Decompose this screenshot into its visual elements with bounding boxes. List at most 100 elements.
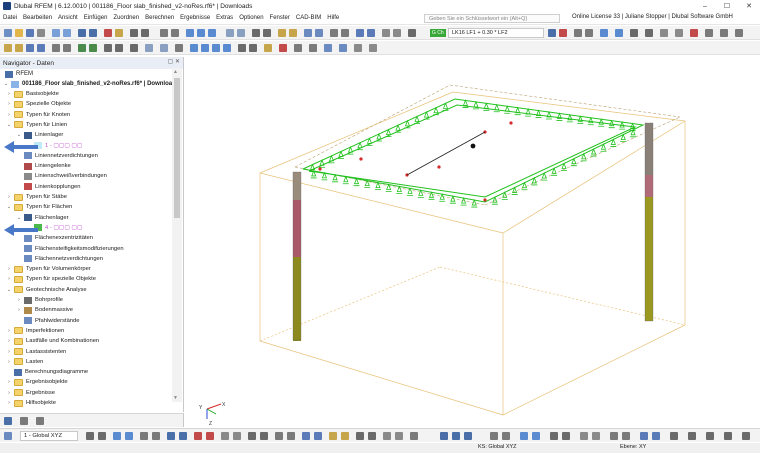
draw-polyline-icon[interactable] (140, 432, 148, 440)
draw-load-icon[interactable] (314, 432, 322, 440)
scrollbar-thumb[interactable] (174, 78, 180, 218)
values-icon[interactable] (615, 29, 623, 37)
menu-berechnen[interactable]: Berechnen (142, 15, 177, 21)
views-tab-icon[interactable] (36, 417, 44, 425)
view-x-icon[interactable] (201, 44, 209, 52)
model-graphic[interactable]: X Y Z (185, 57, 760, 427)
ortho-toggle-icon[interactable] (464, 432, 472, 440)
draw-eccentric-icon[interactable] (341, 432, 349, 440)
connect-icon[interactable] (160, 44, 168, 52)
legend-icon[interactable] (630, 29, 638, 37)
draw-soil-icon[interactable] (410, 432, 418, 440)
view-top-icon[interactable] (652, 432, 660, 440)
wireframe-icon[interactable] (208, 29, 216, 37)
snap-toggle-icon[interactable] (440, 432, 448, 440)
chevron-down-icon[interactable]: ⌄ (16, 132, 22, 138)
surface-icon[interactable] (52, 44, 60, 52)
menu-einfuegen[interactable]: Einfügen (81, 15, 111, 21)
coordinate-icon[interactable] (294, 44, 302, 52)
support-icon[interactable] (78, 44, 86, 52)
draw-node-icon[interactable] (167, 432, 175, 440)
chevron-down-icon[interactable]: ⌄ (16, 215, 22, 221)
load-case-select[interactable]: LK16 LF1 + 0.30 * LF2 (448, 28, 544, 38)
draw-pile-icon[interactable] (395, 432, 403, 440)
filter-icon[interactable] (252, 29, 260, 37)
menu-extras[interactable]: Extras (213, 15, 236, 21)
menu-bearbeiten[interactable]: Bearbeiten (20, 15, 55, 21)
calc-icon[interactable] (226, 29, 234, 37)
member-icon[interactable] (37, 44, 45, 52)
tree-item[interactable]: Pfahlwiderstände (16, 316, 79, 326)
chevron-right-icon[interactable]: › (6, 101, 12, 107)
zoom-all-icon[interactable] (580, 432, 588, 440)
rfem-icon[interactable] (324, 44, 332, 52)
chevron-right-icon[interactable]: › (6, 338, 12, 344)
model-icon[interactable] (52, 29, 60, 37)
mirror-icon[interactable] (130, 44, 138, 52)
display-tab-icon[interactable] (20, 417, 28, 425)
close-button[interactable]: ✕ (738, 0, 760, 12)
tree-item[interactable]: › Lastfälle und Kombinationen (6, 336, 99, 346)
menu-ansicht[interactable]: Ansicht (55, 15, 81, 21)
show-icon[interactable] (238, 44, 246, 52)
glue-toggle-icon[interactable] (532, 432, 540, 440)
redo-icon[interactable] (89, 29, 97, 37)
menu-cad-bim[interactable]: CAD-BIM (293, 15, 324, 21)
rotate-icon[interactable] (115, 44, 123, 52)
draw-opening-icon[interactable] (233, 432, 241, 440)
view-y-icon[interactable] (212, 44, 220, 52)
grid-toggle-icon[interactable] (452, 432, 460, 440)
tree-item[interactable]: ⌄ Linienlager (16, 130, 63, 140)
tree-item[interactable]: › Typen für Knoten (6, 110, 70, 120)
tree-item[interactable]: › Ergebnisse (6, 388, 55, 398)
divide-icon[interactable] (145, 44, 153, 52)
tree-item[interactable]: ⌄ Geotechnische Analyse (6, 285, 87, 295)
tree-item[interactable]: Liniengelenke (16, 161, 71, 171)
tree-item[interactable]: › Bodenmassive (16, 305, 73, 315)
fullscreen-icon[interactable] (742, 432, 750, 440)
osnap-toggle-icon[interactable] (490, 432, 498, 440)
chevron-right-icon[interactable]: › (6, 359, 12, 365)
snap-grid-icon[interactable] (86, 432, 94, 440)
chevron-down-icon[interactable]: ⌄ (6, 122, 12, 128)
model-viewport[interactable]: X Y Z (185, 57, 760, 427)
undo-icon[interactable] (78, 29, 86, 37)
tree-item[interactable]: › Lasten (6, 357, 43, 367)
save-icon[interactable] (26, 29, 34, 37)
tree-item[interactable]: › Basisobjekte (6, 89, 59, 99)
zoom-icon[interactable] (171, 29, 179, 37)
copy-icon[interactable] (130, 29, 138, 37)
panel-icon[interactable] (705, 29, 713, 37)
minimize-button[interactable]: – (694, 0, 716, 12)
print-icon[interactable] (37, 29, 45, 37)
paste-icon[interactable] (141, 29, 149, 37)
combination-icon[interactable] (289, 29, 297, 37)
panel-close-icon[interactable]: ▢ ✕ (168, 58, 180, 65)
draw-dimension-icon[interactable] (248, 432, 256, 440)
numbering-icon[interactable] (264, 44, 272, 52)
info-icon[interactable] (315, 29, 323, 37)
scroll-up-icon[interactable]: ▲ (173, 69, 178, 75)
table-icon[interactable] (63, 29, 71, 37)
tree-item[interactable]: Linienschweißverbindungen (16, 171, 107, 181)
chevron-down-icon[interactable]: ⌄ (6, 287, 12, 293)
menu-ergebnisse[interactable]: Ergebnisse (177, 15, 213, 21)
addon-icon[interactable] (339, 44, 347, 52)
tree-item[interactable]: › Typen für Volumenkörper (6, 264, 91, 274)
layer-toggle-icon[interactable] (550, 432, 558, 440)
chevron-right-icon[interactable]: › (6, 349, 12, 355)
menu-hilfe[interactable]: Hilfe (324, 15, 342, 21)
chevron-right-icon[interactable]: › (6, 379, 12, 385)
tree-item[interactable]: › Imperfektionen (6, 326, 64, 336)
error-icon[interactable] (279, 44, 287, 52)
chevron-right-icon[interactable]: › (6, 328, 12, 334)
grid-icon[interactable] (356, 29, 364, 37)
chevron-right-icon[interactable]: › (6, 276, 12, 282)
chevron-right-icon[interactable]: › (6, 400, 12, 406)
solid-icon[interactable] (63, 44, 71, 52)
options-icon[interactable] (341, 29, 349, 37)
layout-icon[interactable] (720, 29, 728, 37)
section-icon[interactable] (263, 29, 271, 37)
transparency-icon[interactable] (688, 432, 696, 440)
tree-item[interactable]: › Typen für spezielle Objekte (6, 274, 96, 284)
